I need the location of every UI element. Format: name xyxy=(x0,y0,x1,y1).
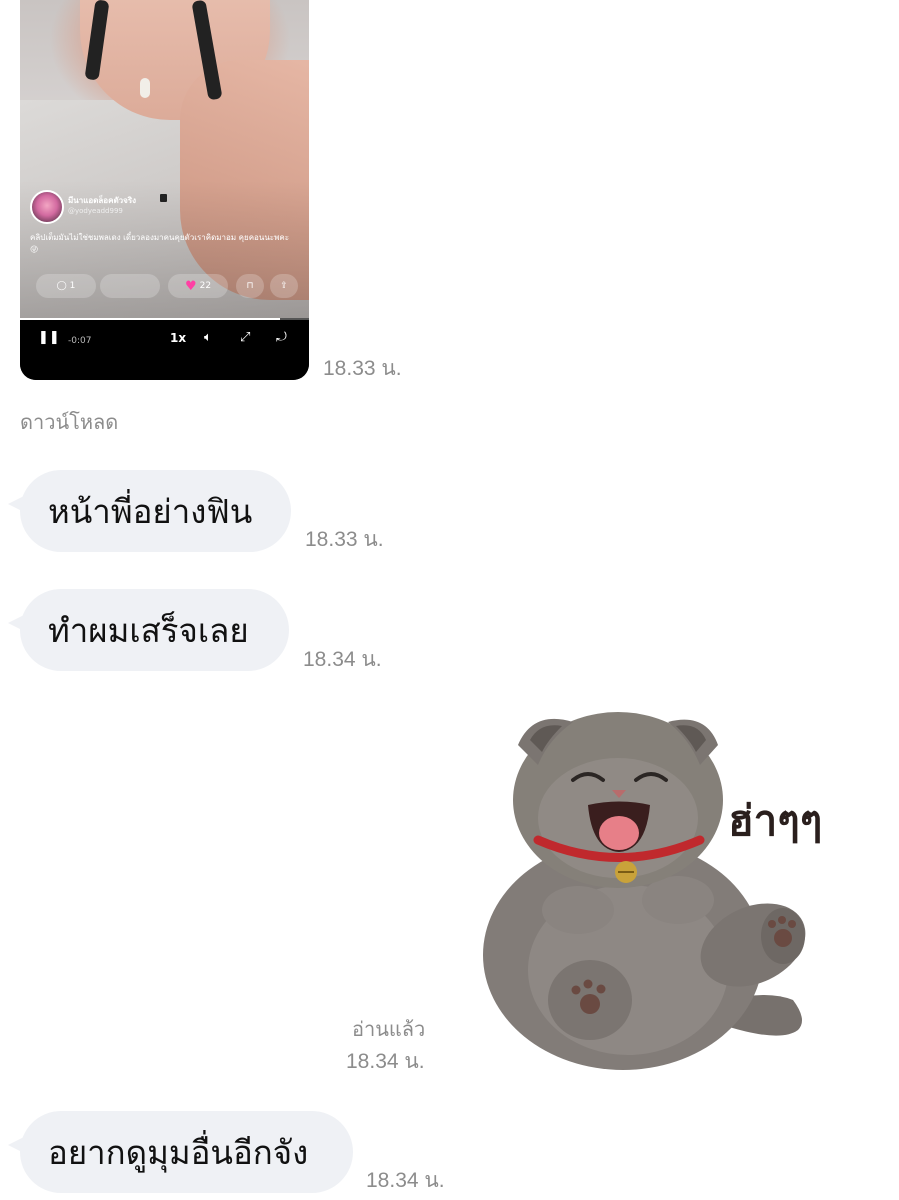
volume-icon[interactable]: 🔈︎ xyxy=(204,330,212,346)
video-time: -0:07 xyxy=(68,336,92,346)
video-progress-bar[interactable] xyxy=(20,318,309,320)
playback-speed-button[interactable]: 1x xyxy=(170,330,186,346)
like-count: 22 xyxy=(199,281,212,291)
like-button[interactable]: ♥ 22 xyxy=(168,274,228,298)
message-timestamp: 18.33 น. xyxy=(305,528,384,551)
message-text: ทำผมเสร็จเลย xyxy=(48,611,249,649)
comment-icon: ◯ xyxy=(56,281,67,291)
video-controls: ❚❚ -0:07 1x 🔈︎ ⤢ ⤾ xyxy=(20,318,309,380)
message-timestamp: 18.34 น. xyxy=(303,648,382,671)
bookmark-button[interactable]: ⊓ xyxy=(236,274,264,298)
message-text: หน้าพี่อย่างฟิน xyxy=(48,492,253,530)
sticker-laughing-cat[interactable]: ฮ่าๆๆ xyxy=(478,700,878,1090)
rotate-icon[interactable]: ⤾ xyxy=(276,330,287,346)
avatar[interactable] xyxy=(30,190,64,224)
post-user-name: มีนาแอดล็อคตัวจริง xyxy=(68,196,137,205)
message-bubble[interactable]: อยากดูมุมอื่นอีกจัง xyxy=(8,1111,353,1193)
post-actions: ◯ 1 ♥ 22 ⊓ ⇪ xyxy=(30,274,300,298)
sticker-text: ฮ่าๆๆ xyxy=(728,799,823,845)
laughing-cat-icon xyxy=(483,712,806,1070)
message-timestamp: 18.34 น. xyxy=(366,1169,445,1192)
download-link[interactable]: ดาวน์โหลด xyxy=(20,406,118,438)
bookmark-icon: ⊓ xyxy=(246,281,254,291)
post-user-handle: @yodyeadd999 xyxy=(68,207,123,215)
message-bubble[interactable]: ทำผมเสร็จเลย xyxy=(8,589,289,671)
message-timestamp: 18.33 น. xyxy=(323,357,402,380)
video-progress-fill xyxy=(20,318,281,320)
fullscreen-icon[interactable]: ⤢ xyxy=(240,330,250,346)
message-text: อยากดูมุมอื่นอีกจัง xyxy=(48,1133,309,1171)
heart-icon: ♥ xyxy=(184,278,197,294)
comment-count: 1 xyxy=(69,281,76,291)
share-button[interactable]: ⇪ xyxy=(270,274,298,298)
lock-icon xyxy=(160,194,167,202)
comment-button[interactable]: ◯ 1 xyxy=(36,274,96,298)
video-message[interactable]: มีนาแอดล็อคตัวจริง @yodyeadd999 คลิปเต็ม… xyxy=(20,0,309,380)
message-bubble[interactable]: หน้าพี่อย่างฟิน xyxy=(8,470,291,552)
video-pendant xyxy=(140,78,150,98)
read-receipt: อ่านแล้ว xyxy=(352,1019,426,1041)
repost-button[interactable] xyxy=(100,274,160,298)
video-frame[interactable]: มีนาแอดล็อคตัวจริง @yodyeadd999 คลิปเต็ม… xyxy=(20,0,309,318)
message-timestamp: 18.34 น. xyxy=(346,1050,425,1073)
pause-icon[interactable]: ❚❚ xyxy=(38,330,60,346)
post-caption: คลิปเต็มมันไม่ใช่ชมพลเดง เดี๋ยวลองมาคนคุ… xyxy=(30,233,290,254)
share-icon: ⇪ xyxy=(280,281,288,291)
